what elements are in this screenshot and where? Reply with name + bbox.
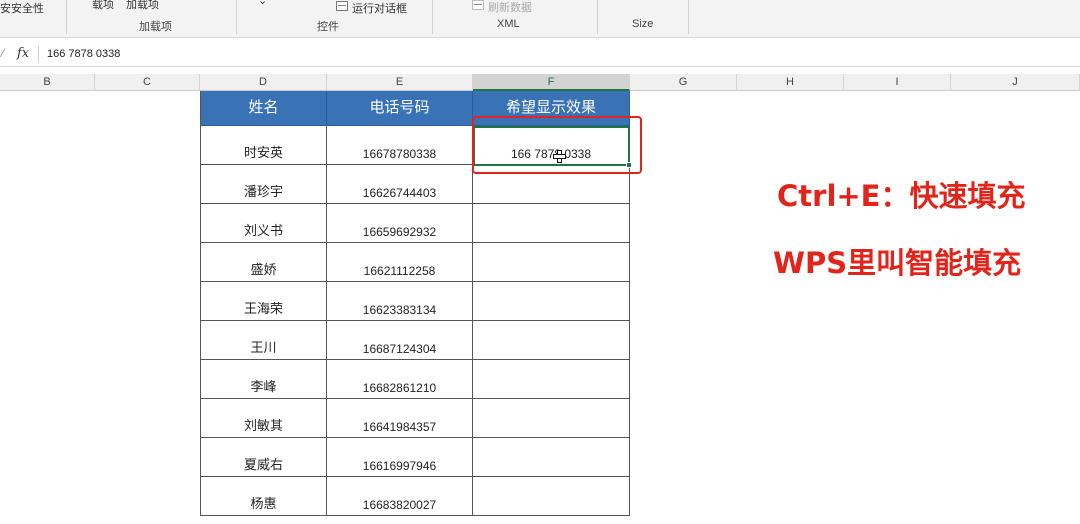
cell-phone-text: 16641984357: [362, 420, 437, 434]
cell-formatted[interactable]: [473, 204, 630, 243]
cell-formatted[interactable]: [473, 477, 630, 516]
cell-name[interactable]: 潘珍宇: [200, 165, 327, 204]
refresh-icon: [472, 0, 484, 10]
cell-phone[interactable]: 16623383134: [327, 282, 473, 321]
cell-phone-text: 16683820027: [362, 498, 437, 512]
cell-phone[interactable]: 16687124304: [327, 321, 473, 360]
formula-bar: ⁄ fx 166 7878 0338: [0, 43, 1080, 67]
cell-phone-text: 16626744403: [362, 186, 437, 200]
cell-phone-text: 16616997946: [362, 459, 437, 473]
xml-group-label: XML: [497, 18, 520, 30]
size-group-label: Size: [632, 18, 654, 30]
cell-name[interactable]: 李峰: [200, 360, 327, 399]
macro-security-button[interactable]: 安安全性: [0, 0, 44, 16]
column-header-h[interactable]: H: [737, 74, 844, 91]
cancel-edit-icon[interactable]: ⁄: [2, 46, 4, 60]
cell-name-text: 刘敏其: [243, 418, 283, 433]
cell-phone-text: 16682861210: [362, 381, 437, 395]
annotation-ctrl-e: Ctrl+E：快速填充: [777, 179, 1026, 213]
column-header-c[interactable]: C: [95, 74, 200, 91]
cell-formatted[interactable]: [473, 321, 630, 360]
cell-formatted[interactable]: [473, 399, 630, 438]
ribbon-separator: [66, 0, 67, 34]
cell-name-text: 杨惠: [250, 496, 277, 511]
cell-phone-text: 16659692932: [362, 225, 437, 239]
run-dialog-button[interactable]: 运行对话框: [352, 0, 407, 16]
addins-button[interactable]: 载项: [92, 0, 114, 12]
column-header-f[interactable]: F: [473, 74, 630, 91]
cell-name-text: 李峰: [250, 379, 277, 394]
ribbon: 安安全性 载项 加载项 加载项 ⌄ 运行对话框 控件 刷新数据 XML Size: [0, 0, 1080, 38]
cell-phone[interactable]: 16682861210: [327, 360, 473, 399]
header-phone[interactable]: 电话号码: [327, 91, 473, 126]
cell-formatted[interactable]: [473, 360, 630, 399]
annotation-wps: WPS里叫智能填充: [773, 246, 1022, 280]
insert-function-button[interactable]: fx: [17, 46, 29, 61]
cell-name[interactable]: 夏威右: [200, 438, 327, 477]
cell-name-text: 王海荣: [243, 301, 283, 316]
cell-phone-text: 16687124304: [362, 342, 437, 356]
refresh-data-button[interactable]: 刷新数据: [488, 0, 532, 15]
cell-formatted[interactable]: [473, 282, 630, 321]
cell-name[interactable]: 时安英: [200, 126, 327, 165]
cell-name[interactable]: 刘敏其: [200, 399, 327, 438]
formula-divider: [38, 46, 39, 63]
header-name[interactable]: 姓名: [200, 91, 327, 126]
cell-name-text: 时安英: [243, 145, 283, 160]
column-header-j[interactable]: J: [951, 74, 1080, 91]
column-header-b[interactable]: B: [0, 74, 95, 91]
excel-addins-button[interactable]: 加载项: [126, 0, 159, 12]
chevron-down-icon[interactable]: ⌄: [258, 0, 267, 7]
ribbon-separator: [432, 0, 433, 34]
cell-phone-text: 16623383134: [362, 303, 437, 317]
cell-phone[interactable]: 16621112258: [327, 243, 473, 282]
ribbon-separator: [236, 0, 237, 34]
column-header-e[interactable]: E: [327, 74, 473, 91]
ribbon-separator: [597, 0, 598, 34]
column-header-d[interactable]: D: [200, 74, 327, 91]
controls-group-label: 控件: [317, 21, 339, 33]
ribbon-separator: [688, 0, 689, 34]
cell-name-text: 夏威右: [243, 457, 283, 472]
cell-name-text: 盛娇: [250, 262, 277, 277]
cell-phone[interactable]: 16683820027: [327, 477, 473, 516]
cell-formatted[interactable]: [473, 243, 630, 282]
cell-phone[interactable]: 16641984357: [327, 399, 473, 438]
cell-name[interactable]: 王川: [200, 321, 327, 360]
cell-phone-text: 16678780338: [362, 147, 437, 161]
cell-name-text: 潘珍宇: [243, 184, 283, 199]
addins-group-label: 加载项: [139, 21, 172, 33]
cell-phone-text: 16621112258: [363, 264, 436, 278]
cell-phone[interactable]: 16626744403: [327, 165, 473, 204]
dialog-icon: [336, 1, 348, 11]
column-headers: B C D E F G H I J: [0, 74, 1080, 91]
cell-cursor-icon: [553, 150, 566, 163]
cell-formatted[interactable]: [473, 438, 630, 477]
cell-phone[interactable]: 16678780338: [327, 126, 473, 165]
cell-name-text: 王川: [250, 340, 277, 355]
cell-name[interactable]: 盛娇: [200, 243, 327, 282]
column-header-i[interactable]: I: [844, 74, 951, 91]
highlight-box: [472, 116, 642, 174]
cell-name-text: 刘义书: [243, 223, 283, 238]
cell-name[interactable]: 刘义书: [200, 204, 327, 243]
column-header-g[interactable]: G: [630, 74, 737, 91]
cell-name[interactable]: 杨惠: [200, 477, 327, 516]
cell-phone[interactable]: 16616997946: [327, 438, 473, 477]
cell-name[interactable]: 王海荣: [200, 282, 327, 321]
formula-input[interactable]: 166 7878 0338: [47, 48, 120, 60]
cell-phone[interactable]: 16659692932: [327, 204, 473, 243]
